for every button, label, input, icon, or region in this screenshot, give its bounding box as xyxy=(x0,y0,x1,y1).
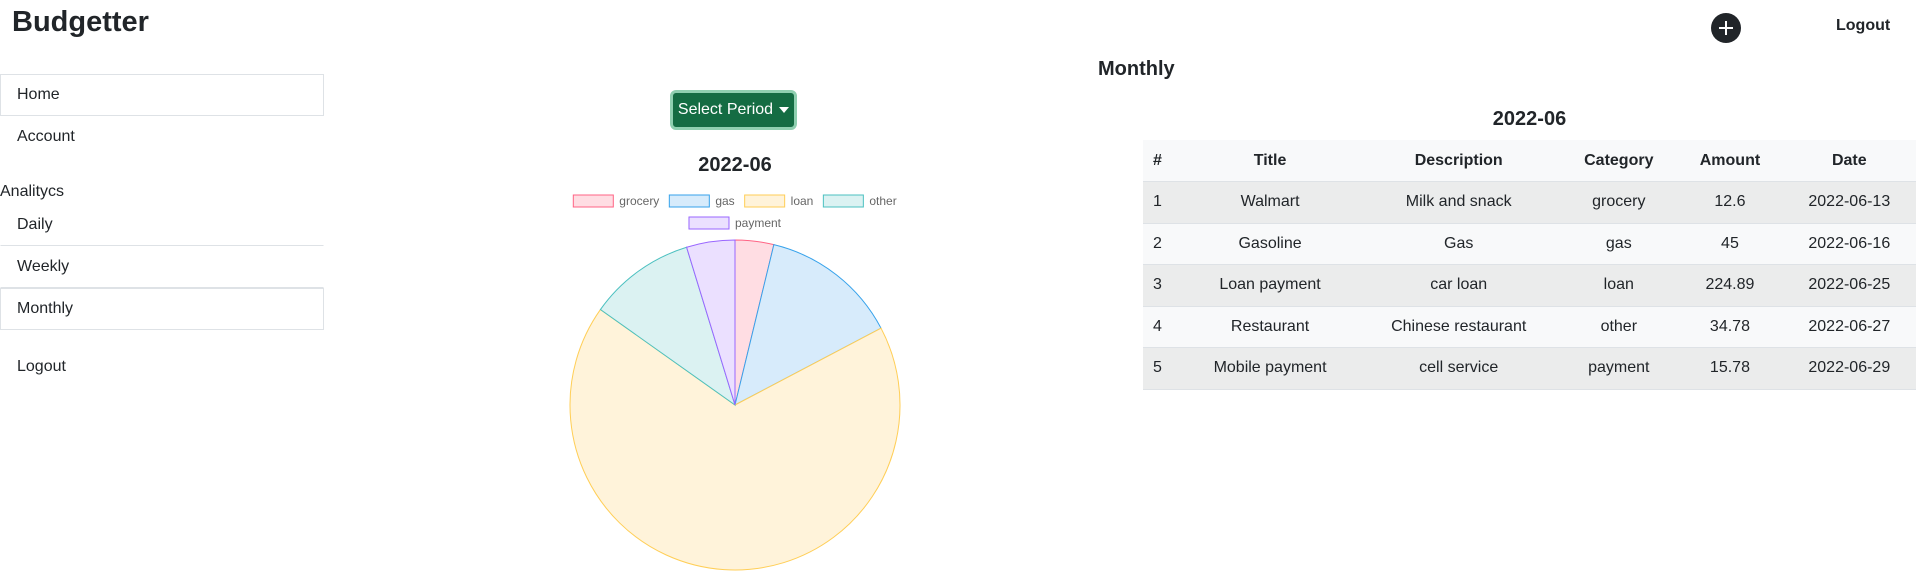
header-logout-link[interactable]: Logout xyxy=(1836,17,1890,35)
sidebar-nav: Home Account Analitycs Daily Weekly Mont… xyxy=(0,74,324,388)
sidebar-item-logout[interactable]: Logout xyxy=(0,346,324,388)
table-row[interactable]: 3 Loan payment car loan loan 224.89 2022… xyxy=(1143,264,1916,307)
cell-category: gas xyxy=(1560,223,1678,265)
cell-description: Gas xyxy=(1357,223,1561,265)
cell-amount: 12.6 xyxy=(1677,181,1783,224)
legend-label-grocery[interactable]: grocery xyxy=(619,194,659,208)
header-title: Title xyxy=(1183,140,1358,182)
cell-date: 2022-06-13 xyxy=(1782,181,1916,224)
cell-number: 2 xyxy=(1143,223,1183,265)
legend-label-gas[interactable]: gas xyxy=(715,194,734,208)
cell-number: 1 xyxy=(1143,181,1183,224)
table-row[interactable]: 1 Walmart Milk and snack grocery 12.6 20… xyxy=(1143,181,1916,224)
legend-swatch-other[interactable] xyxy=(822,194,864,208)
table-row[interactable]: 2 Gasoline Gas gas 45 2022-06-16 xyxy=(1143,223,1916,265)
select-period-label: Select Period xyxy=(677,101,774,118)
cell-description: Chinese restaurant xyxy=(1357,306,1561,348)
header-amount: Amount xyxy=(1677,140,1783,182)
cell-description: Milk and snack xyxy=(1357,181,1561,224)
cell-number: 5 xyxy=(1143,347,1183,390)
transactions-table-wrap: 2022-06 # Title Description Category Amo… xyxy=(1143,104,1916,390)
sidebar-item-weekly[interactable]: Weekly xyxy=(0,246,324,288)
legend-swatch-payment[interactable] xyxy=(688,216,730,230)
cell-title: Mobile payment xyxy=(1183,347,1358,390)
page-title: Monthly xyxy=(1098,58,1175,80)
add-expense-button[interactable] xyxy=(1711,13,1741,43)
pie-chart-canvas: grocery gas loan other payment xyxy=(569,194,901,571)
cell-date: 2022-06-16 xyxy=(1782,223,1916,265)
header-description: Description xyxy=(1357,140,1561,182)
cell-category: grocery xyxy=(1560,181,1678,224)
legend-swatch-gas[interactable] xyxy=(668,194,710,208)
table-row[interactable]: 4 Restaurant Chinese restaurant other 34… xyxy=(1143,306,1916,348)
cell-date: 2022-06-27 xyxy=(1782,306,1916,348)
header-category: Category xyxy=(1560,140,1678,182)
cell-title: Walmart xyxy=(1183,181,1358,224)
sidebar-heading-analytics: Analitycs xyxy=(0,183,65,200)
legend-label-loan[interactable]: loan xyxy=(791,194,814,208)
legend-swatch-grocery[interactable] xyxy=(572,194,614,208)
cell-category: loan xyxy=(1560,264,1678,307)
legend-label-payment[interactable]: payment xyxy=(735,216,782,230)
header-number: # xyxy=(1143,140,1183,182)
table-row[interactable]: 5 Mobile payment cell service payment 15… xyxy=(1143,347,1916,390)
cell-title: Loan payment xyxy=(1183,264,1358,307)
sidebar-item-home[interactable]: Home xyxy=(0,74,324,116)
app-brand[interactable]: Budgetter xyxy=(12,6,149,39)
cell-number: 4 xyxy=(1143,306,1183,348)
select-period-button[interactable]: Select Period xyxy=(670,90,797,130)
cell-title: Gasoline xyxy=(1183,223,1358,265)
sidebar-item-account[interactable]: Account xyxy=(0,116,324,158)
sidebar-item-daily[interactable]: Daily xyxy=(0,204,324,246)
cell-amount: 224.89 xyxy=(1677,264,1783,307)
header-date: Date xyxy=(1782,140,1916,182)
table-caption: 2022-06 xyxy=(1492,108,1567,130)
cell-number: 3 xyxy=(1143,264,1183,307)
plus-circle-icon xyxy=(1719,21,1733,35)
cell-amount: 34.78 xyxy=(1677,306,1783,348)
caret-down-icon xyxy=(779,107,790,113)
table-header-row: # Title Description Category Amount Date xyxy=(1143,140,1916,182)
cell-amount: 45 xyxy=(1677,223,1783,265)
cell-description: car loan xyxy=(1357,264,1561,307)
legend-swatch-loan[interactable] xyxy=(744,194,786,208)
cell-date: 2022-06-25 xyxy=(1782,264,1916,307)
cell-category: other xyxy=(1560,306,1678,348)
sidebar-item-monthly[interactable]: Monthly xyxy=(0,288,324,330)
cell-amount: 15.78 xyxy=(1677,347,1783,390)
legend-label-other[interactable]: other xyxy=(869,194,896,208)
cell-title: Restaurant xyxy=(1183,306,1358,348)
cell-category: payment xyxy=(1560,347,1678,390)
cell-description: cell service xyxy=(1357,347,1561,390)
transactions-table: # Title Description Category Amount Date… xyxy=(1143,140,1916,390)
pie-chart: 2022-06 grocery gas loan other payment xyxy=(550,150,920,576)
chart-title: 2022-06 xyxy=(698,154,772,176)
cell-date: 2022-06-29 xyxy=(1782,347,1916,390)
